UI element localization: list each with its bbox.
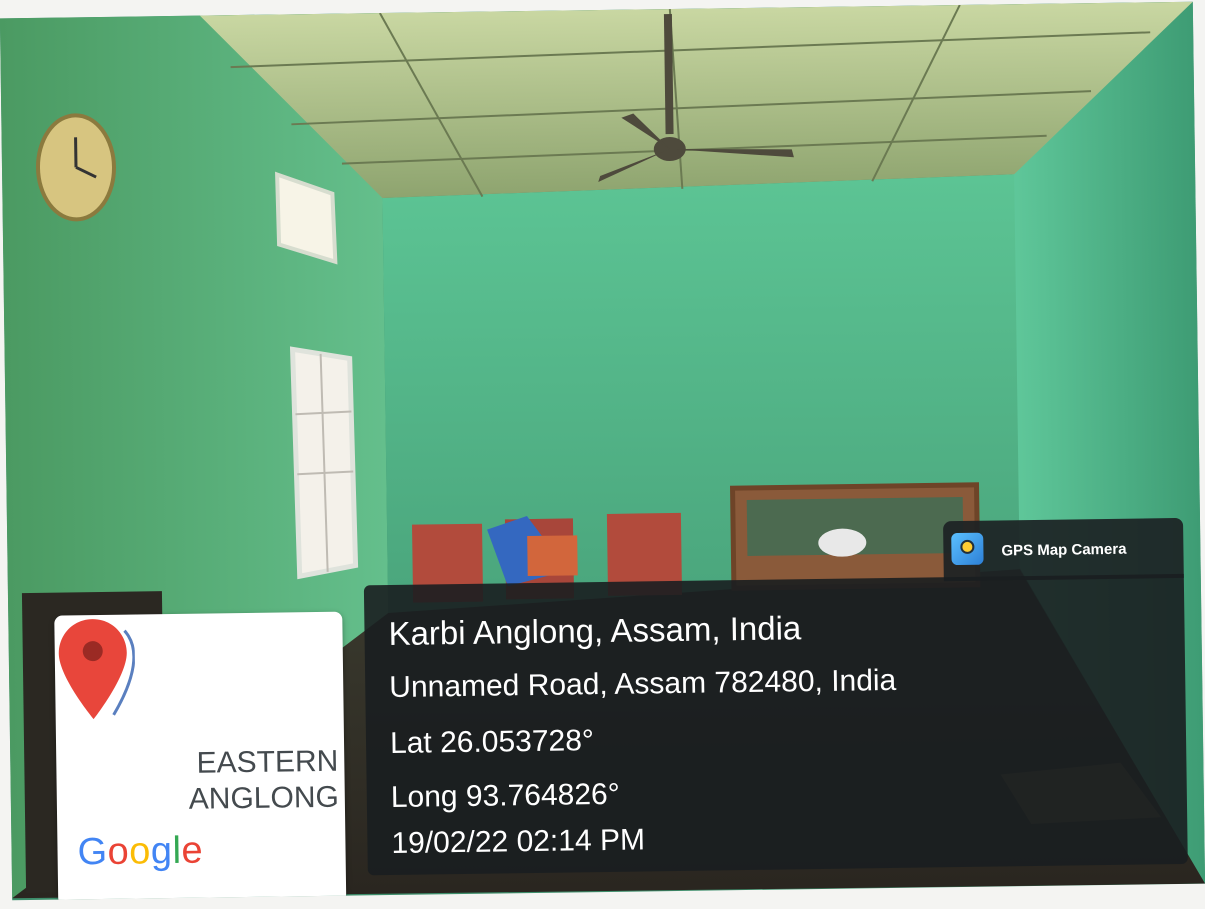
address-text: Unnamed Road, Assam 782480, India [389,663,897,704]
google-letter: e [181,829,204,872]
wall-clock [35,113,116,222]
map-pin-icon [58,619,136,720]
map-place-line-1: EASTERN [196,744,339,780]
google-letter: o [128,830,152,873]
lower-window [289,346,359,580]
longitude-text: Long 93.764826° [390,777,620,814]
google-logo: Google [77,830,203,875]
room-photo: GPS Map Camera Karbi Anglong, Assam, Ind… [0,1,1205,901]
place-text: Karbi Anglong, Assam, India [388,609,802,653]
latitude-text: Lat 26.053728° [389,724,595,760]
map-place-name: EASTERN ANGLONG [188,744,339,818]
datetime-text: 19/02/22 02:14 PM [391,823,646,860]
gps-map-camera-badge: GPS Map Camera [943,517,1184,582]
gps-badge-title: GPS Map Camera [1001,540,1127,560]
map-thumbnail: EASTERN ANGLONG Google [54,611,347,901]
map-place-line-2: ANGLONG [188,780,340,816]
gps-map-camera-icon [951,532,984,566]
google-letter: g [150,830,173,873]
google-letter: G [77,830,108,874]
google-letter: o [107,830,130,873]
location-info-panel: Karbi Anglong, Assam, India Unnamed Road… [363,573,1188,876]
bench [729,482,981,591]
